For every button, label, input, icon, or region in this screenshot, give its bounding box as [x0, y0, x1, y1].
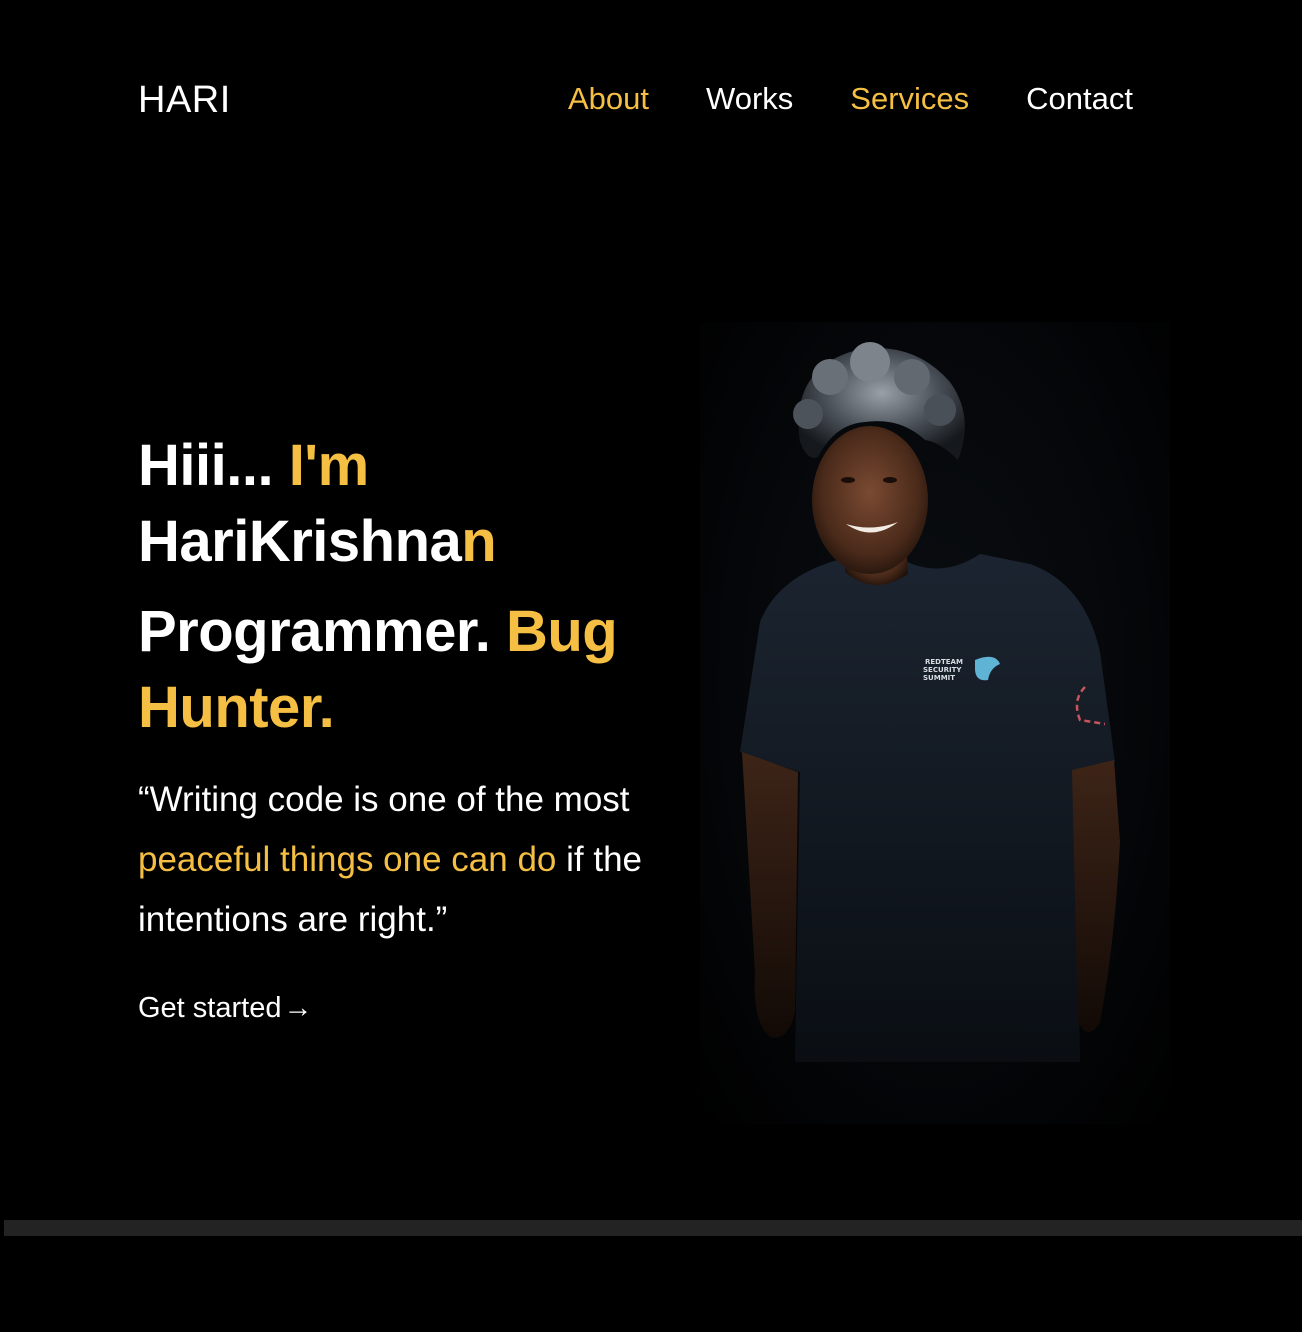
site-logo[interactable]: HARI: [138, 78, 231, 122]
shirt-text-2: SECURITY: [923, 666, 962, 674]
hero-quote: “Writing code is one of the most peacefu…: [138, 770, 678, 950]
hero-heading: Hiii... I'm HariKrishnan: [138, 428, 678, 580]
get-started-label: Get started: [138, 992, 282, 1024]
nav-services[interactable]: Services: [850, 80, 969, 118]
shirt-text-3: SUMMIT: [923, 674, 955, 682]
hero-section: Hiii... I'm HariKrishnan Programmer. Bug…: [138, 428, 678, 1026]
page: HARI About Works Services Contact Hiii..…: [0, 0, 1302, 1332]
shirt-text-1: REDTEAM: [925, 658, 963, 666]
quote-text-start: “Writing code is one of the most: [138, 780, 630, 819]
main-nav: About Works Services Contact: [568, 80, 1133, 118]
name-text: HariKrishna: [138, 509, 462, 574]
greeting-text: Hiii...: [138, 433, 289, 498]
quote-accent: peaceful things one can do: [138, 840, 557, 879]
bottom-scroll-bar: [4, 1220, 1302, 1236]
role-heading: Programmer. Bug Hunter.: [138, 594, 678, 746]
profile-photo-illustration: REDTEAM SECURITY SUMMIT: [740, 342, 1120, 1062]
nav-contact[interactable]: Contact: [1026, 80, 1133, 118]
arrow-right-icon: →: [283, 992, 313, 1024]
get-started-link[interactable]: Get started →: [138, 990, 312, 1026]
name-accent: n: [461, 509, 497, 574]
profile-photo: REDTEAM SECURITY SUMMIT: [700, 322, 1170, 1124]
greeting-accent: I'm: [288, 433, 369, 498]
role-text: Programmer.: [138, 599, 506, 664]
nav-about[interactable]: About: [568, 80, 649, 118]
nav-works[interactable]: Works: [706, 80, 793, 118]
